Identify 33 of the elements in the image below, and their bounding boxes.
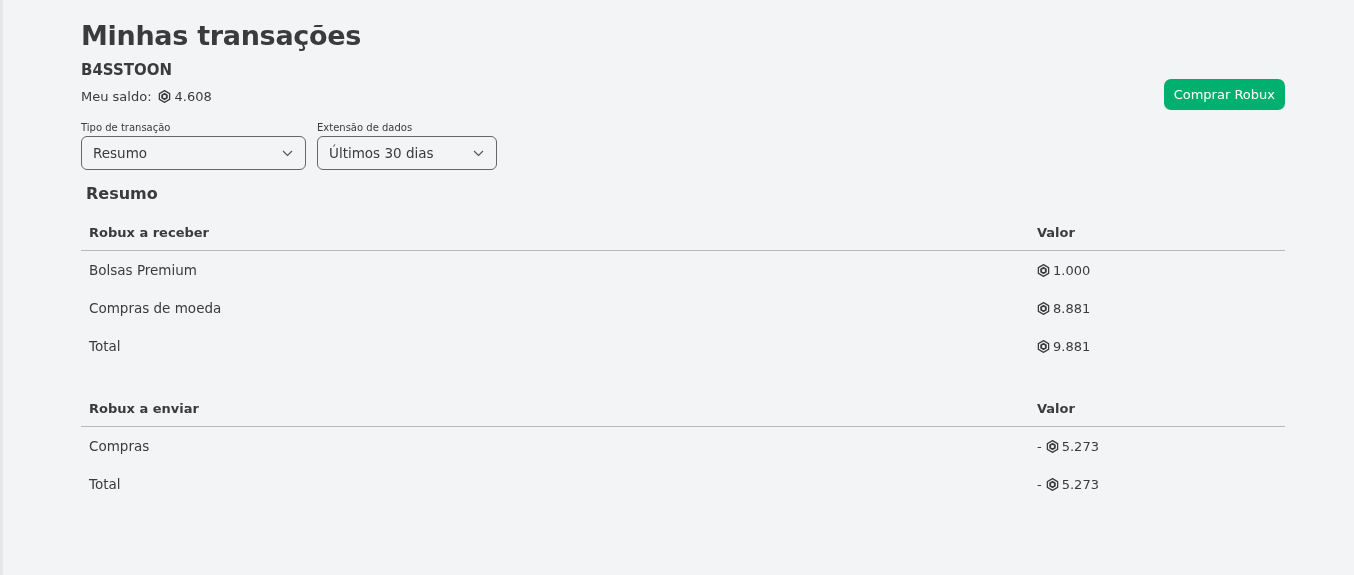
table-cell-text: Compras: [88, 438, 151, 454]
column-header: Robux a enviar: [88, 401, 200, 416]
robux-icon: [1045, 477, 1059, 491]
page-title: Minhas transações: [81, 20, 363, 51]
robux-icon: [157, 90, 171, 103]
robux-icon: [1037, 339, 1050, 353]
minus-sign: -: [1037, 438, 1042, 454]
table-cell-text: Compras de moeda: [88, 300, 223, 316]
column-header: Valor: [1036, 401, 1075, 416]
robux-icon: [1037, 263, 1050, 277]
filter-label: Extensão de dados: [317, 122, 414, 133]
balance-label: Meu saldo:: [81, 89, 152, 104]
section-heading: Resumo: [86, 184, 159, 203]
chevron-down-icon: [473, 149, 484, 157]
amount-value: 5.273: [1061, 438, 1099, 454]
robux-icon: [1037, 301, 1050, 315]
filter-label: Tipo de transação: [81, 122, 172, 133]
username: B4SSTOON: [81, 61, 174, 79]
amount-value: 9.881: [1053, 338, 1091, 354]
table-cell-text: Bolsas Premium: [88, 262, 198, 278]
column-header: Valor: [1036, 225, 1075, 240]
amount-value: 8.881: [1053, 300, 1091, 316]
dropdown[interactable]: Últimos 30 dias: [317, 136, 497, 170]
table-cell-text: Total: [88, 338, 122, 354]
amount-value: 5.273: [1061, 476, 1099, 492]
balance-amount: 4.608: [174, 89, 212, 104]
dropdown[interactable]: Resumo: [81, 136, 306, 170]
table-cell-text: Total: [88, 476, 122, 492]
minus-sign: -: [1037, 476, 1042, 492]
chevron-down-icon: [282, 149, 293, 157]
column-header: Robux a receber: [88, 225, 210, 240]
robux-icon: [1045, 439, 1059, 453]
amount-value: 1.000: [1053, 262, 1091, 278]
